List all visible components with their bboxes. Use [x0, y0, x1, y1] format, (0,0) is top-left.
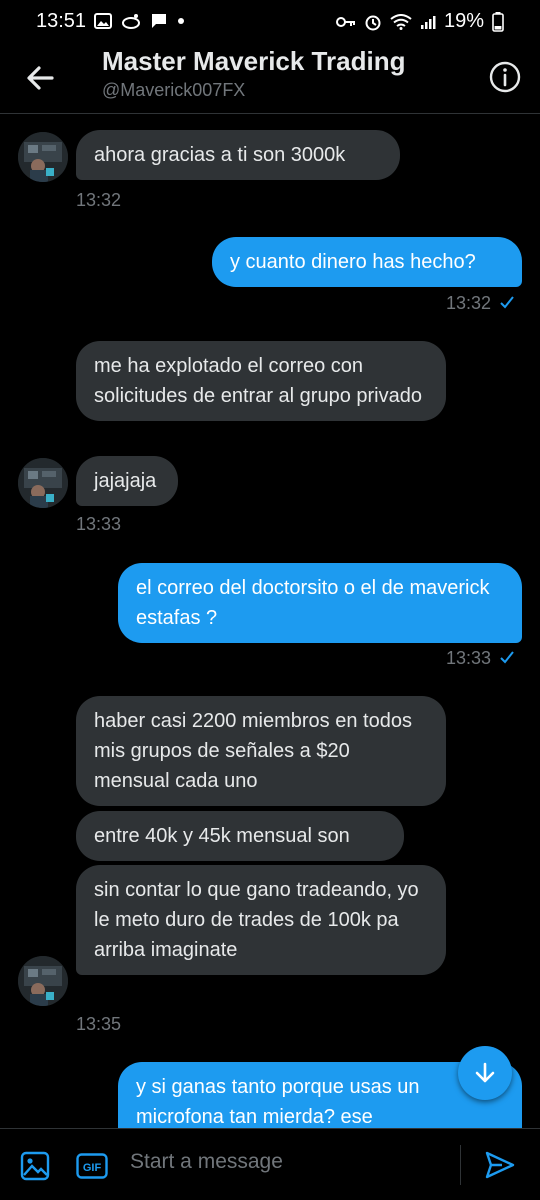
avatar-image: [18, 458, 68, 508]
avatar-image: [18, 132, 68, 182]
message-received[interactable]: sin contar lo que gano tradeando, yo le …: [76, 865, 446, 975]
key-icon: [335, 16, 355, 27]
scroll-down-icon: [475, 1062, 495, 1083]
conversation-header: Master Maverick Trading @Maverick007FX: [0, 44, 540, 114]
info-icon[interactable]: [488, 60, 522, 94]
send-icon[interactable]: [484, 1149, 516, 1181]
message-time-row: 13:33: [446, 648, 515, 669]
reddit-notification-icon: [122, 14, 140, 29]
read-check-icon: [500, 296, 514, 309]
alarm-icon: [365, 15, 381, 30]
message-received[interactable]: ahora gracias a ti son 3000k: [76, 130, 400, 180]
dot-notification-icon: [178, 18, 184, 24]
image-icon[interactable]: [20, 1151, 50, 1181]
signal-icon: [420, 15, 436, 29]
avatar[interactable]: [18, 458, 68, 508]
message-time: 13:33: [446, 648, 492, 668]
message-time: 13:32: [76, 190, 122, 210]
status-bar: 13:51 19%: [0, 0, 540, 44]
avatar[interactable]: [18, 132, 68, 182]
composer-divider: [460, 1145, 461, 1185]
message-time: 13:32: [446, 293, 492, 313]
avatar[interactable]: [18, 956, 68, 1006]
gallery-notification-icon: [94, 13, 112, 29]
message-sent[interactable]: y cuanto dinero has hecho?: [212, 237, 522, 287]
message-received[interactable]: entre 40k y 45k mensual son: [76, 811, 404, 861]
battery-percent: 19%: [443, 10, 484, 32]
notification-icons: [94, 12, 185, 30]
svg-text:GIF: GIF: [83, 1162, 102, 1174]
message-input[interactable]: [130, 1145, 450, 1179]
message-received[interactable]: me ha explotado el correo con solicitude…: [76, 341, 446, 421]
system-icons: 19%: [335, 10, 504, 33]
message-sent[interactable]: el correo del doctorsito o el de maveric…: [118, 563, 522, 643]
message-time: 13:35: [76, 1014, 122, 1034]
message-composer: GIF: [0, 1128, 540, 1200]
message-time: 13:33: [76, 514, 122, 534]
conversation-title[interactable]: Master Maverick Trading: [102, 46, 405, 77]
back-arrow-icon[interactable]: [22, 60, 58, 96]
message-received[interactable]: jajajaja: [76, 456, 178, 506]
wifi-icon: [390, 13, 412, 30]
message-received[interactable]: haber casi 2200 miembros en todos mis gr…: [76, 696, 446, 806]
gif-icon[interactable]: GIF: [76, 1153, 108, 1179]
message-notification-icon: [152, 14, 166, 28]
battery-icon: [492, 11, 504, 32]
message-time-row: 13:32: [446, 293, 515, 314]
avatar-image: [18, 956, 68, 1006]
conversation-handle[interactable]: @Maverick007FX: [102, 80, 245, 101]
status-time: 13:51: [36, 10, 87, 32]
read-check-icon: [500, 651, 514, 664]
scroll-to-bottom-button[interactable]: [458, 1046, 512, 1100]
